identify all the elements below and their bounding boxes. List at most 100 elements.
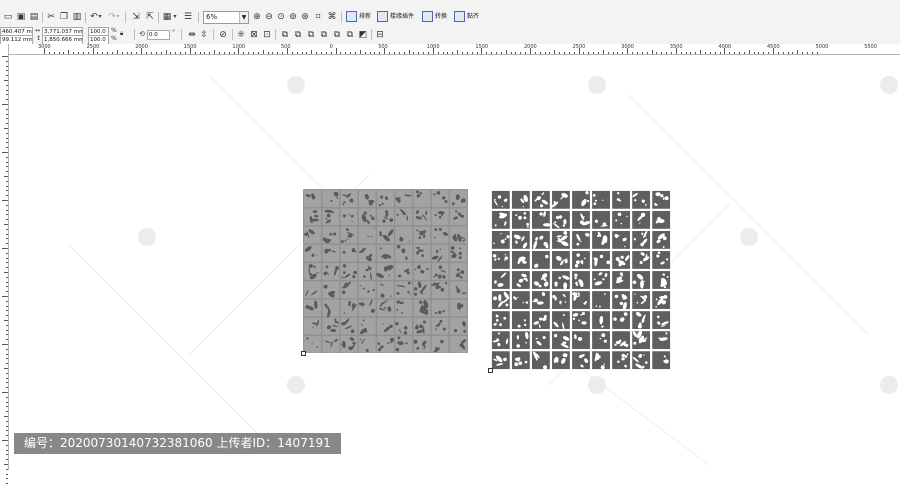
pattern-mark xyxy=(538,284,542,288)
pattern-mark xyxy=(461,303,464,306)
convert-button[interactable]: 转换 xyxy=(422,11,447,23)
rotation-field[interactable]: 0.0 xyxy=(147,30,170,40)
zoom-all-icon[interactable]: ⊚ xyxy=(287,11,299,23)
separator xyxy=(341,12,342,23)
pattern-mark xyxy=(367,266,372,271)
export-icon[interactable]: ⇱ xyxy=(144,11,156,23)
ruler-tick xyxy=(335,48,337,54)
selection-handle[interactable] xyxy=(488,368,493,373)
ruler-tick xyxy=(325,52,327,54)
simplify-icon[interactable]: ⧉ xyxy=(318,29,330,41)
zoom-page-icon[interactable]: ⊛ xyxy=(299,11,311,23)
pattern-mark xyxy=(419,300,423,304)
boundary-icon[interactable]: ◩ xyxy=(357,29,369,41)
plugins-button[interactable]: 楼缘插件 xyxy=(377,11,414,23)
pattern-mark xyxy=(640,242,644,247)
paste-align-button[interactable]: 黏齐 xyxy=(454,11,479,23)
pattern-mark xyxy=(379,247,382,250)
pattern-mark xyxy=(395,347,400,352)
mirror-vertical-icon[interactable]: ⇳ xyxy=(198,29,210,41)
pattern-mark xyxy=(416,194,421,198)
ruler-tick xyxy=(6,444,8,446)
new-document-icon[interactable]: ▭ xyxy=(2,11,14,23)
pattern-mark xyxy=(523,211,527,215)
pattern-mark xyxy=(497,332,501,335)
combine-icon[interactable]: ⁜ xyxy=(235,29,247,41)
align-distribute-icon[interactable]: ⊟ xyxy=(374,29,386,41)
ruler-label: 500 xyxy=(378,44,388,50)
separator xyxy=(232,29,233,40)
pattern-mark xyxy=(433,193,436,196)
pattern-mark xyxy=(416,190,419,194)
chevron-down-icon[interactable]: ▼ xyxy=(239,12,248,23)
snap-to-icon[interactable]: ⌗ xyxy=(312,11,324,23)
ruler-tick xyxy=(6,195,8,197)
trim-icon[interactable]: ⧉ xyxy=(292,29,304,41)
save-icon[interactable]: ▤ xyxy=(28,11,40,23)
intersect-icon[interactable]: ⧉ xyxy=(305,29,317,41)
ruler-tick xyxy=(6,387,8,389)
lock-object-icon[interactable]: ⊡ xyxy=(261,29,273,41)
zoom-level-select[interactable]: 6% ▼ xyxy=(203,11,249,24)
welcome-screen-icon[interactable]: ☰ xyxy=(182,11,194,23)
mirror-horizontal-icon[interactable]: ⇹ xyxy=(186,29,198,41)
ruler-tick xyxy=(6,310,8,312)
ruler-tick xyxy=(6,348,8,350)
ungroup-icon[interactable]: ⊘ xyxy=(217,29,229,41)
ruler-tick xyxy=(6,89,8,91)
zoom-selected-icon[interactable]: ⊙ xyxy=(275,11,287,23)
back-minus-front-icon[interactable]: ⧉ xyxy=(344,29,356,41)
pattern-tile xyxy=(551,290,571,310)
paste-icon[interactable]: ▥ xyxy=(71,11,83,23)
ruler-tick xyxy=(6,113,8,115)
ruler-tick xyxy=(175,52,177,54)
pattern-mark xyxy=(501,205,504,208)
chevron-down-icon[interactable]: ▾ xyxy=(172,11,178,23)
ruler-tick xyxy=(6,137,8,139)
zoom-out-icon[interactable]: ⊖ xyxy=(263,11,275,23)
horizontal-ruler[interactable]: 3000 2500 2000 1500 1000 500 0 500 1000 1500 2000 2… xyxy=(8,44,900,55)
open-icon[interactable]: ▣ xyxy=(15,11,27,23)
pattern-mark xyxy=(458,256,462,260)
pattern-mark xyxy=(621,353,625,358)
pattern-mark xyxy=(444,281,448,285)
pattern-mark xyxy=(434,311,437,315)
pattern-mark xyxy=(453,329,458,333)
cut-icon[interactable]: ✂ xyxy=(45,11,57,23)
ruler-tick xyxy=(6,454,8,456)
pattern-panel-right[interactable] xyxy=(490,189,672,370)
pattern-mark xyxy=(380,195,384,199)
pattern-mark xyxy=(554,221,557,224)
pattern-mark xyxy=(524,360,528,364)
ruler-tick xyxy=(87,52,89,54)
options-icon[interactable]: ⌘ xyxy=(326,11,338,23)
front-minus-back-icon[interactable]: ⧉ xyxy=(331,29,343,41)
ruler-tick xyxy=(6,166,8,168)
zoom-in-icon[interactable]: ⊕ xyxy=(251,11,263,23)
break-apart-icon[interactable]: ⊠ xyxy=(248,29,260,41)
ruler-tick xyxy=(758,52,760,54)
ruler-tick xyxy=(6,291,8,293)
selection-handle[interactable] xyxy=(301,351,306,356)
pattern-tile xyxy=(449,207,468,226)
chevron-down-icon[interactable]: ▾ xyxy=(97,11,103,23)
pattern-mark xyxy=(517,324,521,328)
pattern-mark xyxy=(444,199,448,203)
pattern-panel-left[interactable] xyxy=(303,189,468,354)
pattern-mark xyxy=(327,238,331,243)
ruler-tick xyxy=(729,52,731,54)
pattern-mark xyxy=(584,257,586,260)
separator xyxy=(275,29,276,40)
arrange-button[interactable]: 排新 xyxy=(346,11,371,23)
ruler-label: 1500 xyxy=(183,44,197,50)
lock-ratio-icon[interactable]: 🔒︎ xyxy=(120,30,123,38)
ruler-label: 1000 xyxy=(232,44,246,50)
pattern-tile xyxy=(303,207,322,226)
weld-icon[interactable]: ⧉ xyxy=(279,29,291,41)
copy-icon[interactable]: ❐ xyxy=(58,11,70,23)
pattern-mark xyxy=(327,248,331,252)
ruler-tick xyxy=(301,52,303,54)
vertical-ruler[interactable] xyxy=(0,44,9,484)
import-icon[interactable]: ⇲ xyxy=(130,11,142,23)
chevron-down-icon[interactable]: ▾ xyxy=(115,11,121,23)
